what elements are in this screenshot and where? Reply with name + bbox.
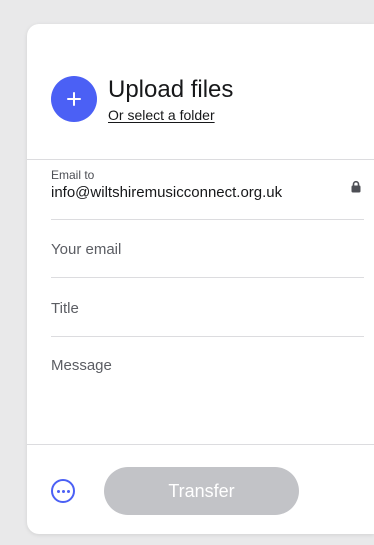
title-input[interactable] [51,298,351,318]
upload-files-title[interactable]: Upload files [108,76,233,104]
more-options-icon-dot [61,489,65,493]
plus-icon [67,92,81,106]
more-options-icon-dot [66,489,70,493]
message-input[interactable] [51,357,351,427]
recipient-email: info@wiltshiremusicconnect.org.uk [51,184,283,201]
transfer-button[interactable]: Transfer [104,467,299,515]
select-folder-link[interactable]: Or select a folder [108,107,215,123]
recipient-field: Email to info@wiltshiremusicconnect.org.… [51,168,364,203]
divider [51,277,364,278]
more-options-button[interactable] [51,479,75,503]
upload-section: Upload files Or select a folder [51,72,233,125]
divider [51,336,364,337]
more-options-icon [56,489,60,493]
email-to-label: Email to [51,168,95,182]
divider [27,159,374,160]
upload-text: Upload files Or select a folder [108,72,233,125]
transfer-panel: Upload files Or select a folder Email to… [27,24,374,534]
your-email-input[interactable] [51,239,351,259]
add-files-button[interactable] [51,76,97,122]
divider [27,444,374,445]
divider [51,219,364,220]
lock-icon [351,180,361,193]
